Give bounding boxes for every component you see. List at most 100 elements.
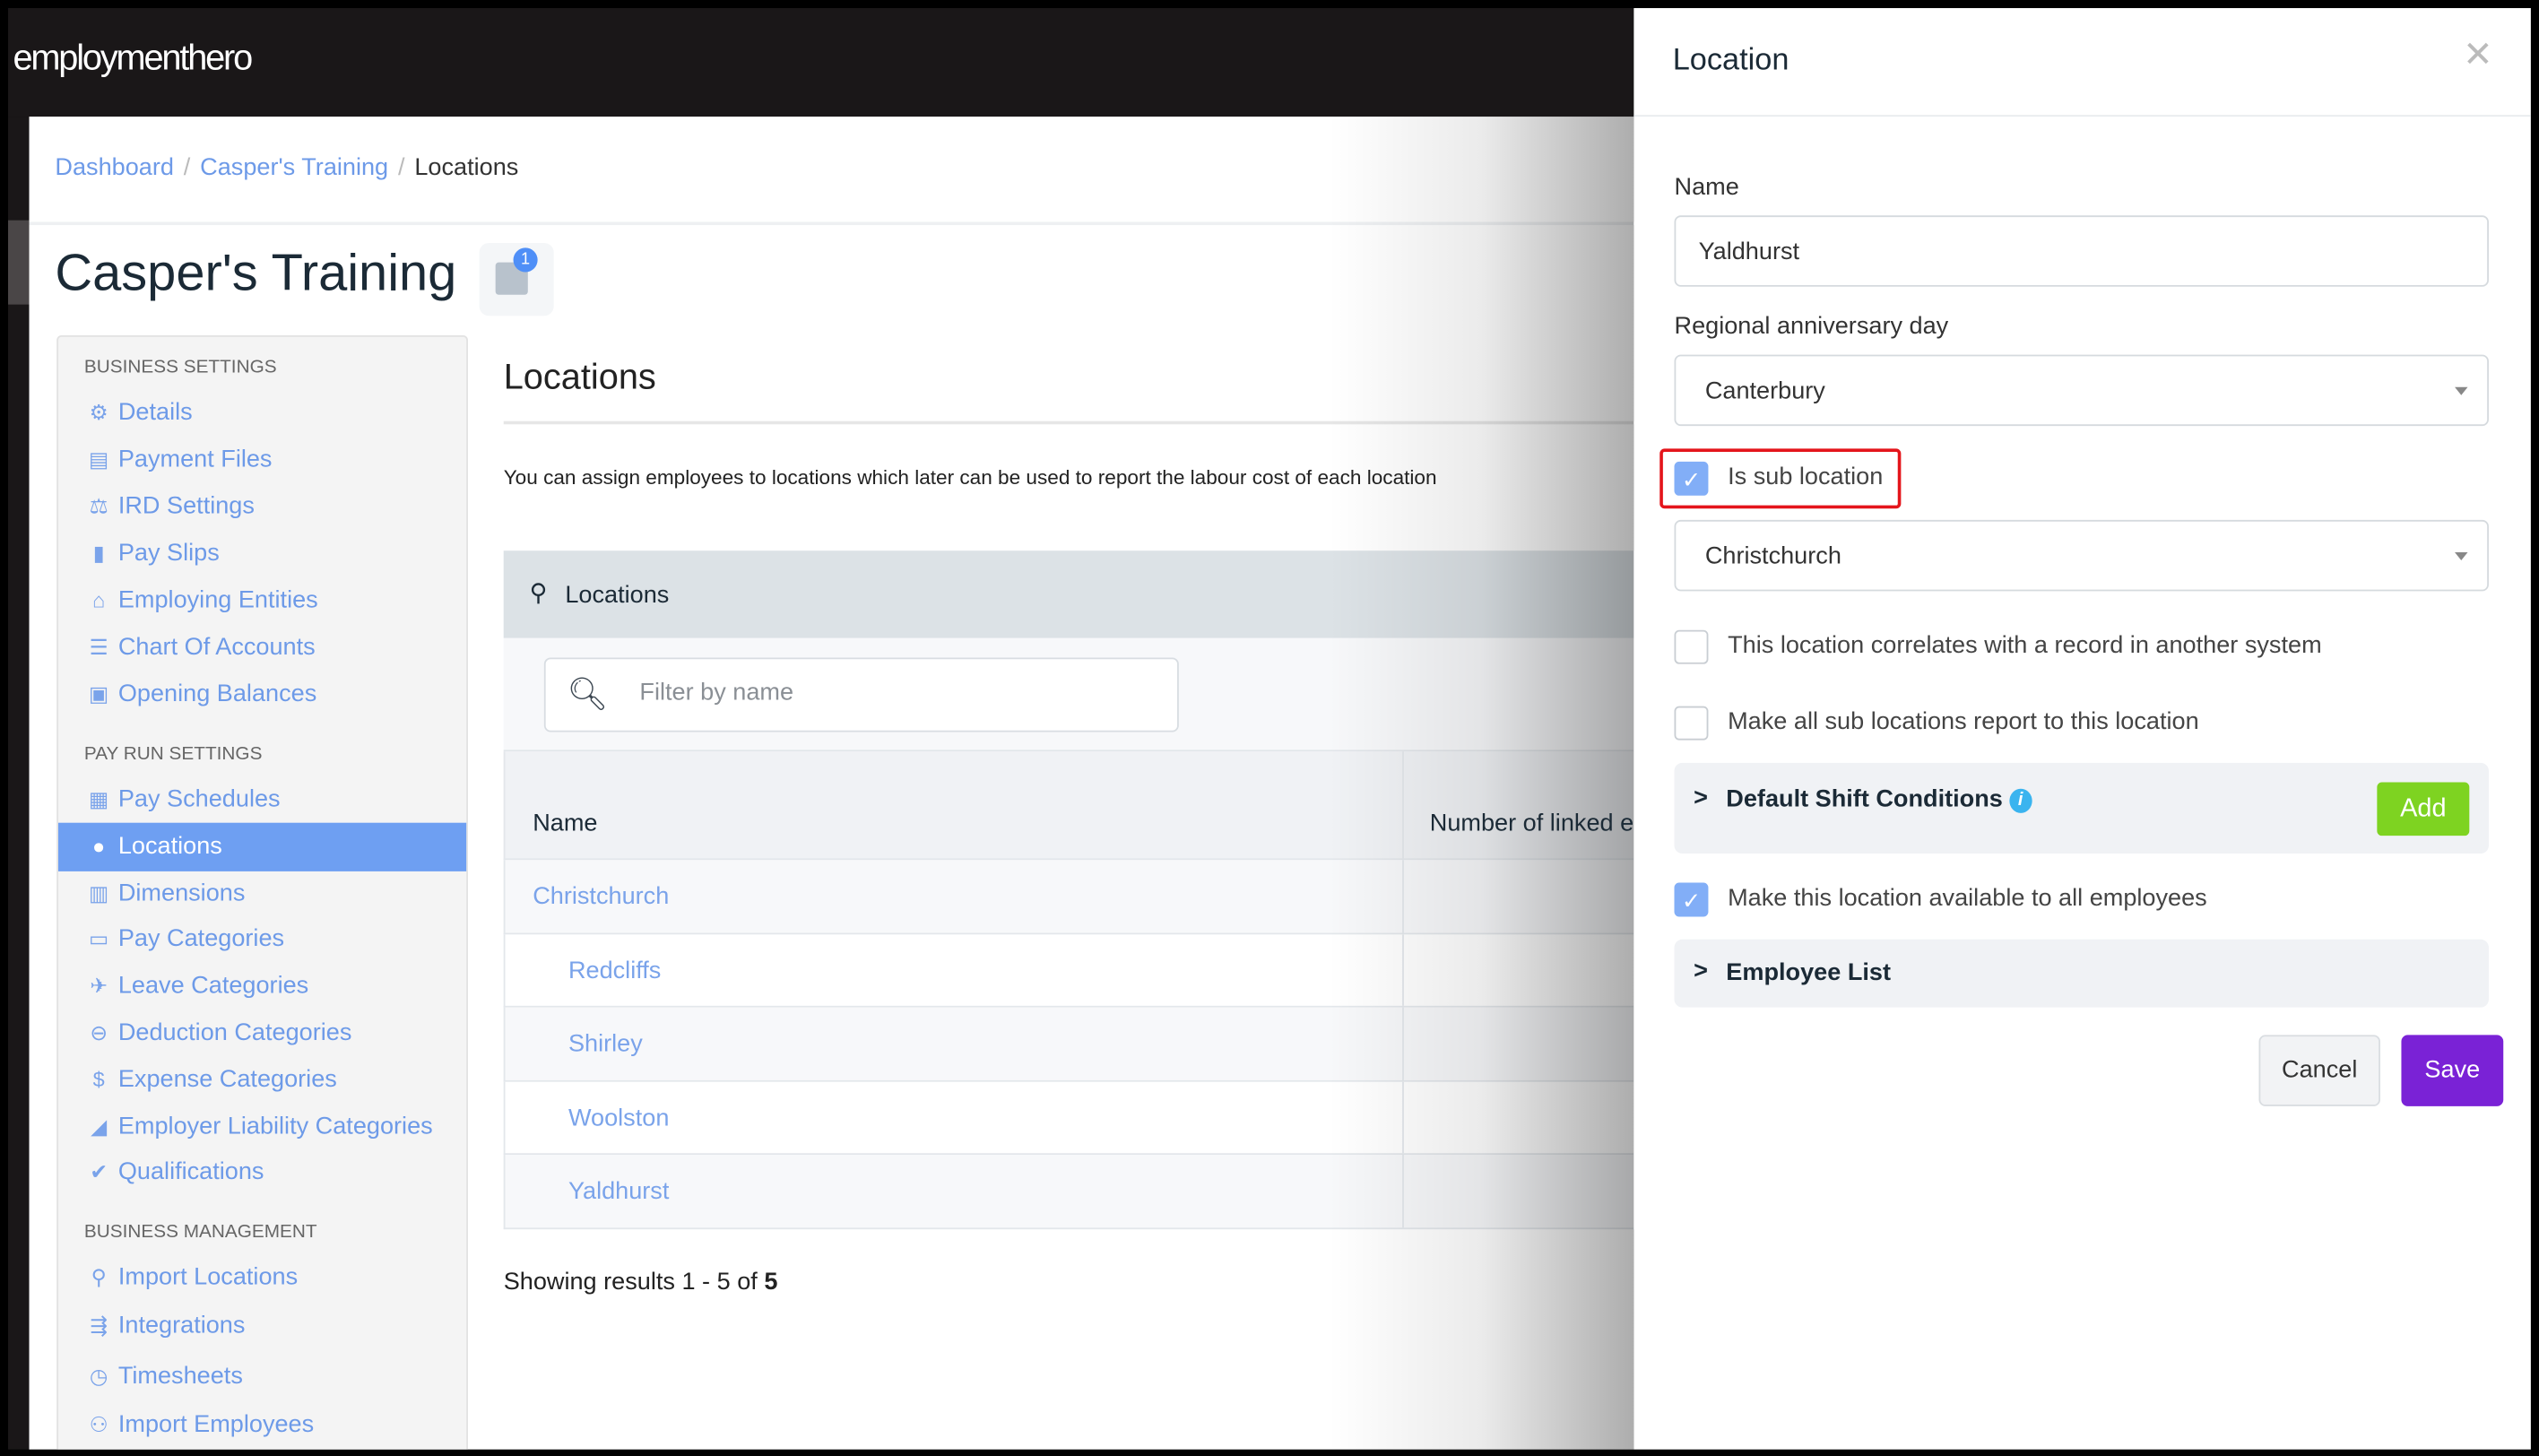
- sidebar-item-import-employees[interactable]: ⚇ Import Employees: [58, 1400, 466, 1449]
- sidebar-item-label: Locations: [117, 832, 222, 860]
- sidebar-item-payment-files[interactable]: ▤ Payment Files: [58, 436, 466, 484]
- clock-icon: ◷: [89, 1363, 108, 1388]
- notes-button[interactable]: 1: [479, 242, 554, 316]
- info-icon[interactable]: i: [2009, 788, 2032, 813]
- location-link[interactable]: Shirley: [568, 1030, 643, 1058]
- employee-list-section[interactable]: > Employee List: [1674, 939, 2489, 1008]
- plug-icon: ⇶: [90, 1313, 108, 1339]
- sidebar-item-label: Payment Files: [117, 445, 273, 473]
- save-button[interactable]: Save: [2401, 1035, 2504, 1106]
- location-link[interactable]: Yaldhurst: [568, 1177, 669, 1205]
- sidebar-item-label: Leave Categories: [117, 972, 309, 1000]
- bank-icon: ⌂: [92, 587, 106, 612]
- sidebar-item-ird-settings[interactable]: ⚖ IRD Settings: [58, 482, 466, 531]
- map-pin-icon: ⚲: [91, 1264, 107, 1289]
- sidebar-item-label: Details: [117, 398, 193, 427]
- drawer-title: Location: [1672, 43, 1789, 78]
- globe-icon: ●: [92, 833, 106, 859]
- chevron-right-icon: >: [1694, 784, 1709, 812]
- divider: [1633, 115, 2531, 117]
- sidebar-item-details[interactable]: ⚙ Details: [58, 389, 466, 438]
- area-chart-icon: ◢: [91, 1114, 108, 1139]
- available-checkbox[interactable]: ✓: [1674, 882, 1709, 917]
- sidebar-item-label: Chart Of Accounts: [117, 633, 316, 662]
- sidebar-item-employing-entities[interactable]: ⌂ Employing Entities: [58, 576, 466, 625]
- sidebar-item-pay-categories[interactable]: ▭ Pay Categories: [58, 915, 466, 964]
- sidebar-item-label: Dimensions: [117, 879, 246, 906]
- is-sub-location-label[interactable]: Is sub location: [1728, 464, 1883, 491]
- sidebar-item-integrations[interactable]: ⇶ Integrations: [58, 1303, 466, 1351]
- sidebar-item-label: Timesheets: [117, 1361, 243, 1390]
- filter-input[interactable]: [639, 678, 1126, 706]
- balance-icon: ▣: [89, 681, 109, 706]
- name-input[interactable]: Yaldhurst: [1674, 215, 2489, 287]
- report-checkbox[interactable]: [1674, 706, 1709, 741]
- sidebar-item-label: Integrations: [117, 1312, 246, 1340]
- sidebar-item-chart-of-accounts[interactable]: ☰ Chart Of Accounts: [58, 624, 466, 672]
- sidebar-section-header: BUSINESS MANAGEMENT: [83, 1222, 317, 1243]
- parent-location-select[interactable]: Christchurch: [1674, 519, 2489, 592]
- sidebar-item-label: Deduction Categories: [117, 1018, 352, 1046]
- shift-conditions-title: Default Shift Conditions i: [1726, 785, 2032, 813]
- breadcrumb-dashboard[interactable]: Dashboard: [55, 154, 174, 182]
- sidebar-item-dimensions[interactable]: ▥ Dimensions: [58, 869, 466, 917]
- shift-conditions-section[interactable]: > Default Shift Conditions i Add: [1674, 762, 2489, 854]
- sidebar: BUSINESS SETTINGS ⚙ Details ▤ Payment Files ⚖…: [56, 334, 468, 1456]
- sidebar-item-qualifications[interactable]: ✔ Qualifications: [58, 1149, 466, 1198]
- money-icon: ▭: [89, 927, 109, 952]
- correlates-checkbox[interactable]: [1674, 629, 1709, 664]
- anniversary-select[interactable]: Canterbury: [1674, 354, 2489, 427]
- location-link[interactable]: Redcliffs: [568, 957, 661, 984]
- logo[interactable]: employmenthero: [13, 38, 253, 80]
- close-icon[interactable]: ✕: [2463, 34, 2492, 76]
- chevron-down-icon: [2455, 552, 2468, 561]
- sidebar-item-label: Employing Entities: [117, 585, 318, 614]
- search-icon: 🔍︎: [567, 677, 608, 713]
- sidebar-item-locations[interactable]: ● Locations: [58, 822, 467, 871]
- table-header: Name Number of linked e: [503, 751, 1634, 861]
- sidebar-item-leave-categories[interactable]: ✈ Leave Categories: [58, 962, 466, 1010]
- sidebar-item-pay-slips[interactable]: ▮ Pay Slips: [58, 530, 466, 578]
- sidebar-item-label: Pay Categories: [117, 925, 285, 953]
- sidebar-item-label: Import Locations: [117, 1263, 299, 1291]
- parent-location-value: Christchurch: [1704, 542, 1841, 570]
- locations-panel-header: ⚲ Locations: [503, 550, 1634, 638]
- gear-icon: ⚙: [89, 400, 108, 425]
- add-button[interactable]: Add: [2377, 782, 2470, 836]
- sidebar-item-employer-liability-categories[interactable]: ◢ Employer Liability Categories: [58, 1102, 466, 1150]
- sidebar-item-deduction-categories[interactable]: ⊖ Deduction Categories: [58, 1009, 466, 1057]
- location-link[interactable]: Christchurch: [533, 883, 669, 911]
- location-link[interactable]: Woolston: [568, 1104, 669, 1131]
- divider: [503, 420, 1634, 425]
- sidebar-item-import-locations[interactable]: ⚲ Import Locations: [58, 1253, 466, 1302]
- frame: [0, 1449, 2539, 1456]
- top-bar: employmenthero: [8, 8, 1634, 117]
- available-label[interactable]: Make this location available to all empl…: [1728, 884, 2207, 912]
- column-header-linked[interactable]: Number of linked e: [1430, 810, 1633, 837]
- results-total: 5: [764, 1268, 778, 1296]
- report-label[interactable]: Make all sub locations report to this lo…: [1728, 707, 2199, 735]
- correlates-label[interactable]: This location correlates with a record i…: [1728, 632, 2322, 660]
- sidebar-item-label: Pay Slips: [117, 539, 220, 568]
- results-count: Showing results 1 - 5 of 5: [504, 1268, 778, 1296]
- name-label: Name: [1674, 173, 1739, 202]
- left-strip: [8, 117, 30, 1450]
- map-pin-icon: ⚲: [529, 579, 548, 608]
- column-header-name[interactable]: Name: [533, 810, 597, 837]
- anniversary-value: Canterbury: [1704, 377, 1825, 405]
- filter-field[interactable]: 🔍︎: [543, 657, 1179, 732]
- anniversary-label: Regional anniversary day: [1674, 312, 1949, 341]
- is-sub-location-checkbox[interactable]: ✓: [1674, 461, 1709, 496]
- sidebar-item-timesheets[interactable]: ◷ Timesheets: [58, 1352, 466, 1400]
- sidebar-section-header: PAY RUN SETTINGS: [83, 744, 263, 765]
- divider: [29, 221, 1634, 226]
- sidebar-item-opening-balances[interactable]: ▣ Opening Balances: [58, 671, 466, 719]
- sidebar-section-header: BUSINESS SETTINGS: [83, 358, 277, 377]
- cancel-button[interactable]: Cancel: [2258, 1035, 2380, 1106]
- sidebar-item-pay-schedules[interactable]: ▦ Pay Schedules: [58, 776, 466, 824]
- sidebar-item-expense-categories[interactable]: $ Expense Categories: [58, 1055, 466, 1104]
- breadcrumb-caspers-training[interactable]: Casper's Training: [200, 154, 388, 182]
- dollar-icon: $: [92, 1067, 105, 1092]
- sidebar-item-label: Import Employees: [117, 1410, 315, 1438]
- description: You can assign employees to locations wh…: [503, 466, 1437, 490]
